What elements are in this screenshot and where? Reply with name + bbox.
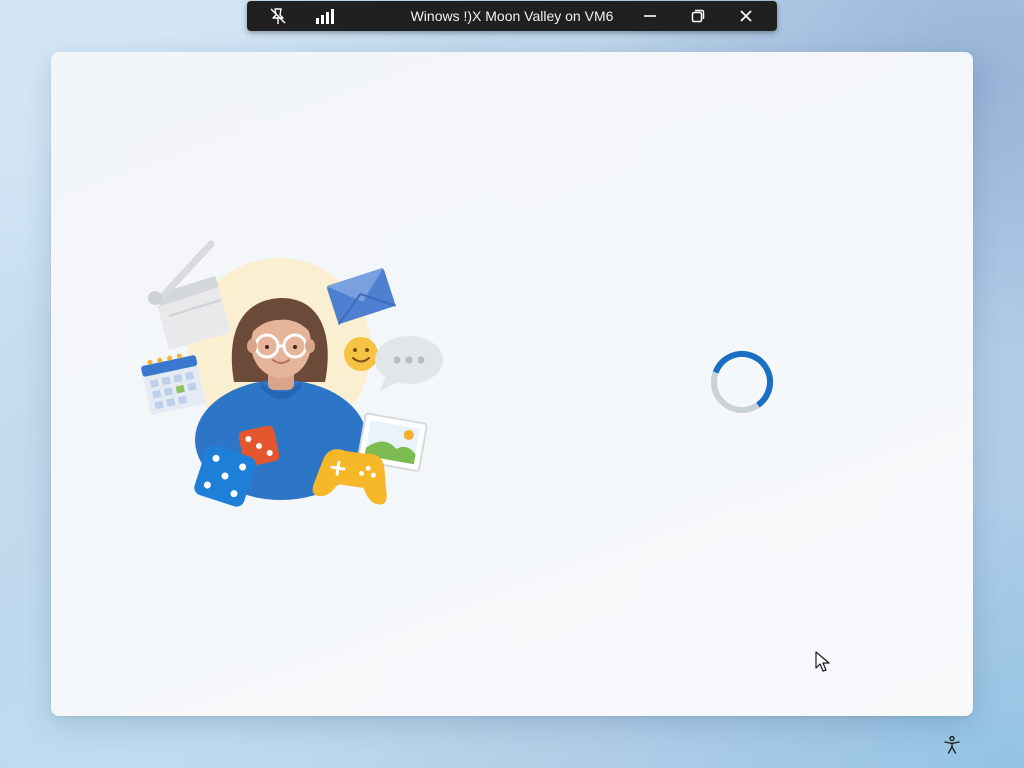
- person-with-apps-illustration: [141, 240, 443, 507]
- accessibility-icon: [944, 735, 960, 754]
- restore-button[interactable]: [685, 4, 711, 28]
- loading-spinner-icon: [711, 351, 773, 413]
- connection-title: Winows !)X Moon Valley on VM6: [410, 8, 614, 24]
- mouse-cursor-icon: [815, 651, 830, 672]
- minimize-button[interactable]: [637, 4, 663, 28]
- clapperboard-icon: [148, 240, 231, 350]
- accessibility-button[interactable]: [940, 733, 964, 757]
- oobe-window: [51, 52, 973, 716]
- close-button[interactable]: [733, 4, 759, 28]
- emoji-smiley-icon: [344, 337, 378, 371]
- signal-strength-icon: [316, 9, 334, 24]
- minimize-icon: [644, 15, 656, 17]
- chat-bubble-icon: [375, 336, 443, 392]
- close-icon: [740, 10, 752, 22]
- remote-connection-bar: Winows !)X Moon Valley on VM6: [247, 1, 777, 31]
- restore-icon: [691, 9, 705, 23]
- calendar-icon: [141, 353, 206, 415]
- connection-quality-button[interactable]: [313, 4, 339, 28]
- unpin-button[interactable]: [265, 4, 291, 28]
- unpin-icon: [270, 8, 286, 24]
- mail-icon: [326, 267, 397, 325]
